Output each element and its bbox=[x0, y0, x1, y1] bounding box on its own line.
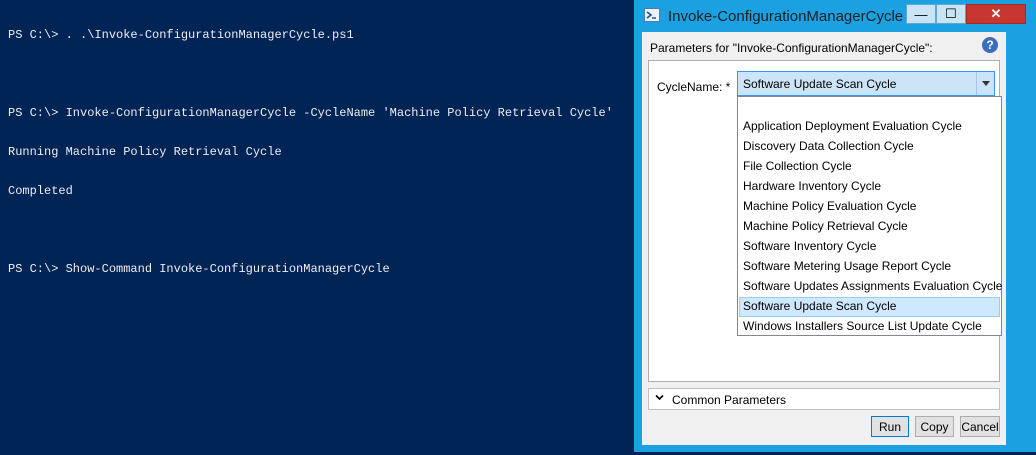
maximize-button[interactable]: ☐ bbox=[936, 4, 966, 24]
console-line: PS C:\> Invoke-ConfigurationManagerCycle… bbox=[8, 106, 613, 120]
dialog-title-bar[interactable]: Invoke-ConfigurationManagerCycle — ☐ ✕ bbox=[634, 0, 1036, 32]
close-icon: ✕ bbox=[990, 6, 1002, 21]
powershell-window-icon bbox=[644, 8, 660, 22]
common-parameters-label: Common Parameters bbox=[672, 393, 787, 407]
dialog-title: Invoke-ConfigurationManagerCycle bbox=[668, 8, 904, 25]
dropdown-option[interactable]: Machine Policy Evaluation Cycle bbox=[739, 197, 1000, 217]
powershell-console[interactable]: PS C:\> . .\Invoke-ConfigurationManagerC… bbox=[8, 3, 613, 289]
dropdown-option[interactable]: Windows Installers Source List Update Cy… bbox=[739, 317, 1000, 337]
cyclename-combobox[interactable]: Software Update Scan Cycle bbox=[737, 71, 995, 96]
console-line: Running Machine Policy Retrieval Cycle bbox=[8, 145, 282, 159]
console-line: PS C:\> Show-Command Invoke-Configuratio… bbox=[8, 262, 390, 276]
dropdown-option[interactable]: Machine Policy Retrieval Cycle bbox=[739, 217, 1000, 237]
common-parameters-expander[interactable]: Common Parameters bbox=[648, 388, 1000, 410]
parameters-heading: Parameters for "Invoke-ConfigurationMana… bbox=[650, 41, 933, 55]
console-line: Completed bbox=[8, 184, 73, 198]
cancel-button[interactable]: Cancel bbox=[960, 416, 1000, 437]
cyclename-dropdown-list: Application Deployment Evaluation Cycle … bbox=[737, 96, 1002, 336]
parameter-panel: CycleName: * Software Update Scan Cycle … bbox=[648, 60, 1002, 382]
dropdown-option[interactable]: Software Metering Usage Report Cycle bbox=[739, 257, 1000, 277]
dropdown-option-selected[interactable]: Software Update Scan Cycle bbox=[739, 297, 1000, 317]
combobox-selected-value: Software Update Scan Cycle bbox=[743, 77, 897, 91]
dropdown-option[interactable]: Application Deployment Evaluation Cycle bbox=[739, 117, 1000, 137]
dropdown-option[interactable]: File Collection Cycle bbox=[739, 157, 1000, 177]
copy-button[interactable]: Copy bbox=[915, 416, 954, 437]
chevron-down-icon[interactable] bbox=[976, 72, 994, 95]
minimize-button[interactable]: — bbox=[906, 4, 936, 24]
dropdown-option[interactable]: Software Updates Assignments Evaluation … bbox=[739, 277, 1002, 297]
maximize-icon: ☐ bbox=[945, 6, 957, 21]
minimize-icon: — bbox=[914, 6, 928, 22]
help-glyph: ? bbox=[986, 38, 994, 52]
run-button[interactable]: Run bbox=[871, 416, 909, 437]
help-icon[interactable]: ? bbox=[982, 37, 998, 53]
chevron-down-icon bbox=[655, 393, 664, 405]
close-button[interactable]: ✕ bbox=[966, 4, 1026, 24]
dropdown-option[interactable]: Hardware Inventory Cycle bbox=[739, 177, 1000, 197]
show-command-dialog: Invoke-ConfigurationManagerCycle — ☐ ✕ P… bbox=[634, 0, 1036, 452]
dropdown-option[interactable]: Discovery Data Collection Cycle bbox=[739, 137, 1000, 157]
dropdown-option[interactable]: Software Inventory Cycle bbox=[739, 237, 1000, 257]
console-line: PS C:\> . .\Invoke-ConfigurationManagerC… bbox=[8, 28, 354, 42]
cyclename-label: CycleName: * bbox=[657, 80, 731, 94]
dialog-client-area: Parameters for "Invoke-ConfigurationMana… bbox=[642, 32, 1006, 445]
